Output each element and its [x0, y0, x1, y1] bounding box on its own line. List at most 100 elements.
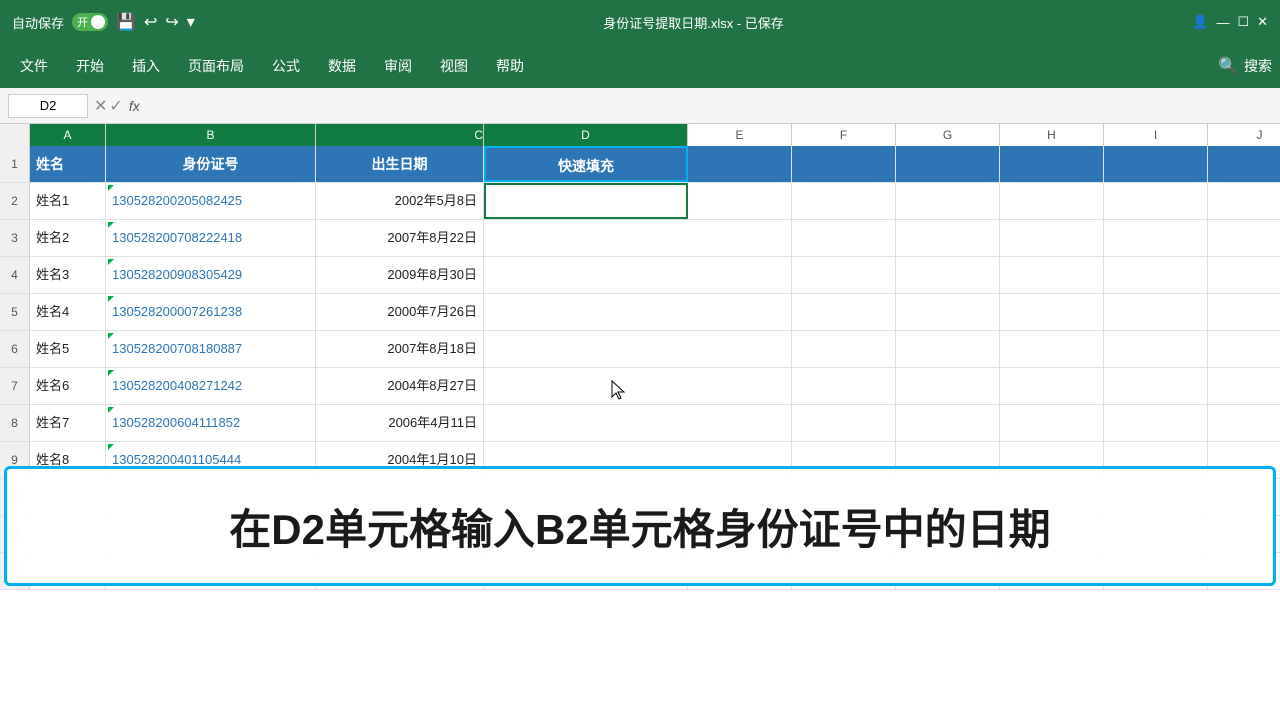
instruction-box: 在D2单元格输入B2单元格身份证号中的日期 — [4, 466, 1276, 586]
cell-c4[interactable]: 2009年8月30日 — [316, 257, 484, 293]
row-num-2: 2 — [0, 183, 30, 219]
cell-j2 — [1208, 183, 1280, 219]
menu-page-layout[interactable]: 页面布局 — [176, 50, 256, 82]
cell-c3[interactable]: 2007年8月22日 — [316, 220, 484, 256]
col-header-g[interactable]: G — [896, 124, 1000, 146]
autosave-toggle-knob — [91, 15, 105, 29]
autosave-toggle[interactable]: 开 — [72, 13, 108, 31]
cell-f4 — [792, 257, 896, 293]
save-icon[interactable]: 💾 — [116, 12, 136, 32]
cell-c7[interactable]: 2004年8月27日 — [316, 368, 484, 404]
cell-g1 — [896, 146, 1000, 182]
redo-button[interactable]: ↪ — [165, 12, 178, 32]
menu-file[interactable]: 文件 — [8, 50, 60, 82]
customize-icon[interactable]: ▾ — [187, 12, 195, 32]
col-header-b[interactable]: B — [106, 124, 316, 146]
cell-a1[interactable]: 姓名 — [30, 146, 106, 182]
formula-input[interactable] — [146, 98, 1272, 113]
table-row: 4 姓名3 130528200908305429 2009年8月30日 — [0, 257, 1280, 294]
title-bar: 自动保存 开 💾 ↩ ↪ ▾ 身份证号提取日期.xlsx - 已保存 👤 — ☐… — [0, 0, 1280, 44]
cell-f6 — [792, 331, 896, 367]
col-header-h[interactable]: H — [1000, 124, 1104, 146]
window-restore[interactable]: ☐ — [1237, 14, 1249, 30]
menu-home[interactable]: 开始 — [64, 50, 116, 82]
cell-c2[interactable]: 2002年5月8日 — [316, 183, 484, 219]
search-icon: 🔍 — [1218, 56, 1238, 76]
menu-help[interactable]: 帮助 — [484, 50, 536, 82]
col-header-e[interactable]: E — [688, 124, 792, 146]
cell-b8[interactable]: 130528200604111852 — [106, 405, 316, 441]
window-minimize[interactable]: — — [1216, 15, 1229, 30]
spreadsheet-wrapper: A B C D E F G H I J 1 姓名 身份证号 出生日期 快速填充 — [0, 124, 1280, 590]
confirm-icon[interactable]: ✓ — [109, 96, 122, 116]
autosave-label: 自动保存 — [12, 13, 64, 32]
cell-a4[interactable]: 姓名3 — [30, 257, 106, 293]
cell-g4 — [896, 257, 1000, 293]
cell-a6[interactable]: 姓名5 — [30, 331, 106, 367]
cell-i4 — [1104, 257, 1208, 293]
cell-h2 — [1000, 183, 1104, 219]
row-num-4: 4 — [0, 257, 30, 293]
cell-b2[interactable]: 130528200205082425 — [106, 183, 316, 219]
table-row: 6 姓名5 130528200708180887 2007年8月18日 — [0, 331, 1280, 368]
row-num-7: 7 — [0, 368, 30, 404]
cell-b1[interactable]: 身份证号 — [106, 146, 316, 182]
menu-insert[interactable]: 插入 — [120, 50, 172, 82]
cell-a8[interactable]: 姓名7 — [30, 405, 106, 441]
col-header-c[interactable]: C — [316, 124, 484, 146]
col-header-a[interactable]: A — [30, 124, 106, 146]
menu-formula[interactable]: 公式 — [260, 50, 312, 82]
cell-b6[interactable]: 130528200708180887 — [106, 331, 316, 367]
window-close[interactable]: ✕ — [1257, 14, 1268, 30]
cell-d7[interactable] — [484, 368, 688, 404]
cell-j1 — [1208, 146, 1280, 182]
cell-e8 — [688, 405, 792, 441]
cell-e7 — [688, 368, 792, 404]
account-icon[interactable]: 👤 — [1192, 14, 1208, 30]
cell-c1[interactable]: 出生日期 — [316, 146, 484, 182]
table-row: 2 姓名1 130528200205082425 2002年5月8日 — [0, 183, 1280, 220]
cell-b5[interactable]: 130528200007261238 — [106, 294, 316, 330]
col-header-f[interactable]: F — [792, 124, 896, 146]
cell-e3 — [688, 220, 792, 256]
col-header-d[interactable]: D — [484, 124, 688, 146]
cell-a2[interactable]: 姓名1 — [30, 183, 106, 219]
col-header-i[interactable]: I — [1104, 124, 1208, 146]
cell-f5 — [792, 294, 896, 330]
cell-a7[interactable]: 姓名6 — [30, 368, 106, 404]
cell-g6 — [896, 331, 1000, 367]
cell-j4 — [1208, 257, 1280, 293]
cell-d3[interactable] — [484, 220, 688, 256]
cell-h6 — [1000, 331, 1104, 367]
menu-view[interactable]: 视图 — [428, 50, 480, 82]
cell-a5[interactable]: 姓名4 — [30, 294, 106, 330]
cell-h1 — [1000, 146, 1104, 182]
cell-g3 — [896, 220, 1000, 256]
cell-d6[interactable] — [484, 331, 688, 367]
cell-b3[interactable]: 130528200708222418 — [106, 220, 316, 256]
cell-g5 — [896, 294, 1000, 330]
cell-c6[interactable]: 2007年8月18日 — [316, 331, 484, 367]
cell-c8[interactable]: 2006年4月11日 — [316, 405, 484, 441]
header-row: 1 姓名 身份证号 出生日期 快速填充 — [0, 146, 1280, 183]
name-box[interactable] — [8, 94, 88, 118]
cell-d1[interactable]: 快速填充 — [484, 146, 688, 182]
cell-b4[interactable]: 130528200908305429 — [106, 257, 316, 293]
search-label: 搜索 — [1244, 56, 1272, 76]
cell-b7[interactable]: 130528200408271242 — [106, 368, 316, 404]
cancel-icon[interactable]: ✕ — [94, 96, 107, 116]
menu-data[interactable]: 数据 — [316, 50, 368, 82]
cell-d4[interactable] — [484, 257, 688, 293]
cell-f7 — [792, 368, 896, 404]
col-header-row: A B C D E F G H I J — [0, 124, 1280, 146]
col-header-j[interactable]: J — [1208, 124, 1280, 146]
search-bar[interactable]: 🔍 搜索 — [1218, 56, 1272, 76]
cell-d8[interactable] — [484, 405, 688, 441]
cell-d5[interactable] — [484, 294, 688, 330]
cell-c5[interactable]: 2000年7月26日 — [316, 294, 484, 330]
undo-button[interactable]: ↩ — [144, 12, 157, 32]
cell-f8 — [792, 405, 896, 441]
menu-review[interactable]: 审阅 — [372, 50, 424, 82]
cell-a3[interactable]: 姓名2 — [30, 220, 106, 256]
cell-d2[interactable] — [484, 183, 688, 219]
